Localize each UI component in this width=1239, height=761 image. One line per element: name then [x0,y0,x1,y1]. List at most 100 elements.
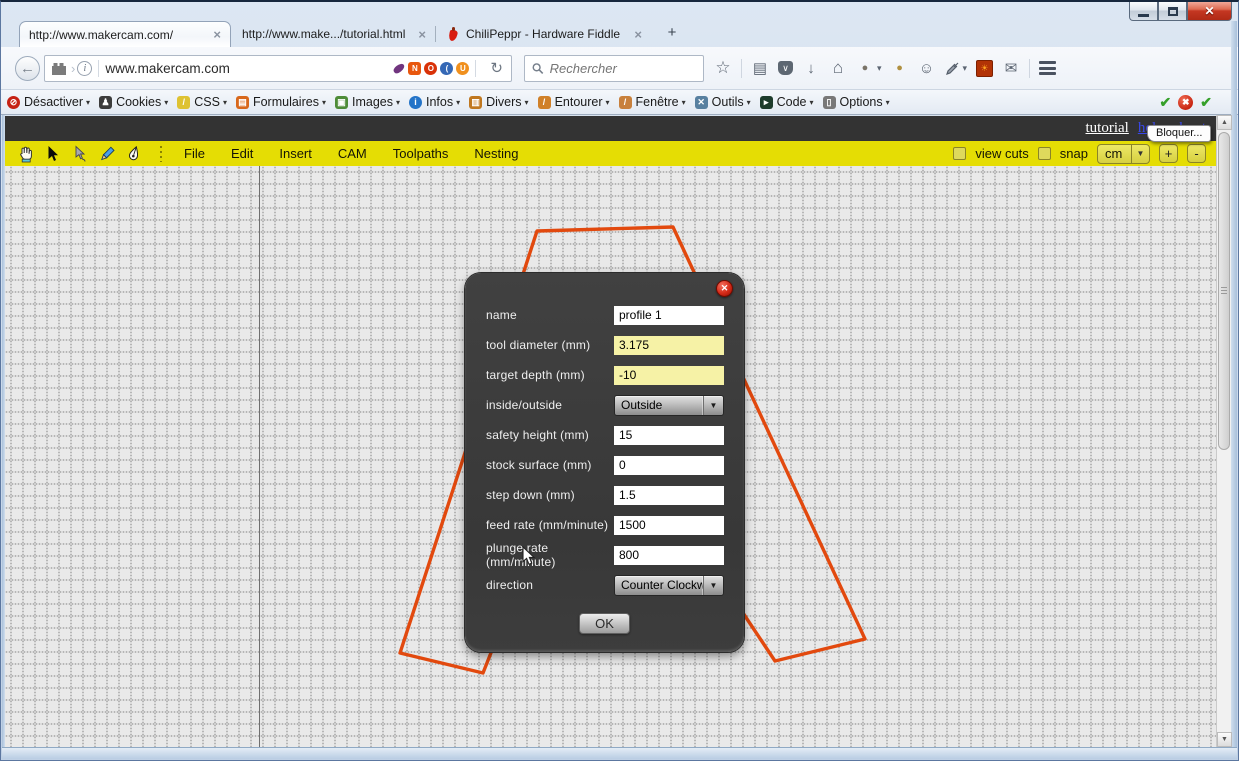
bird-addon-icon[interactable]: ● [891,59,909,77]
error-icon[interactable]: ✖ [1178,95,1193,110]
devbar-item-css[interactable]: /CSS▾ [177,95,227,109]
tab-makercam[interactable]: http://www.makercam.com/ × [19,21,231,47]
devbar-item-formulaires[interactable]: ▤Formulaires▾ [236,95,326,109]
search-box[interactable] [524,55,704,82]
tab-close-icon[interactable]: × [213,27,221,42]
menu-nesting[interactable]: Nesting [474,146,518,161]
vertical-scrollbar[interactable]: ▲ ▼ [1216,115,1231,747]
minimize-button[interactable] [1129,2,1158,21]
menu-bar: File Edit Insert CAM Toolpaths Nesting [184,146,519,161]
pan-hand-icon[interactable] [17,145,35,163]
window-icon: / [619,96,632,109]
menu-cam[interactable]: CAM [338,146,367,161]
orange-smiley-addon-icon[interactable]: U [456,62,469,75]
tab-tutorial[interactable]: http://www.make.../tutorial.html × [233,21,435,47]
red-addon-icon[interactable]: ☀ [976,60,993,77]
direct-select-icon[interactable] [71,145,89,163]
site-header: tutorial help about [5,116,1216,141]
tab-title: http://www.make.../tutorial.html [242,27,405,41]
window-frame-right [1231,21,1237,759]
plunge-rate-input[interactable] [614,546,724,565]
field-row-safety-height: safety height (mm) [465,420,744,450]
eggplant-addon-icon[interactable] [393,62,407,75]
devbar-item-cookies[interactable]: ♟Cookies▾ [99,95,168,109]
smiley-addon-icon[interactable]: ☺ [918,59,936,77]
devbar-item-infos[interactable]: iInfos▾ [409,95,460,109]
downloads-icon[interactable]: ↓ [802,59,820,77]
check-icon[interactable]: ✔ [1200,94,1212,111]
pocket-icon[interactable]: ∨ [778,61,793,75]
eyedropper-icon[interactable] [945,61,960,76]
name-input[interactable] [614,306,724,325]
dialog-close-button[interactable]: ✕ [716,280,733,297]
menu-file[interactable]: File [184,146,205,161]
menu-edit[interactable]: Edit [231,146,253,161]
check-icon[interactable]: ✔ [1160,94,1172,111]
menu-insert[interactable]: Insert [279,146,312,161]
orange-n-addon-icon[interactable]: N [408,62,421,75]
info-icon[interactable]: i [77,61,92,76]
tool-diameter-input[interactable] [614,336,724,355]
stock-surface-input[interactable] [614,456,724,475]
direction-select[interactable]: Counter Clockwi ▼ [614,575,724,596]
devbar-item-fenetre[interactable]: /Fenêtre▾ [619,95,686,109]
tab-close-icon[interactable]: × [418,27,426,42]
menu-toolpaths[interactable]: Toolpaths [393,146,449,161]
zoom-out-button[interactable]: - [1187,144,1206,163]
url-text[interactable]: www.makercam.com [105,61,393,76]
red-circle-addon-icon[interactable]: O [424,62,437,75]
target-depth-input[interactable] [614,366,724,385]
devbar-item-divers[interactable]: ▥Divers▾ [469,95,528,109]
devbar-item-outils[interactable]: ✕Outils▾ [695,95,751,109]
reload-icon[interactable]: ↻ [490,59,503,77]
snap-checkbox[interactable] [1038,147,1051,160]
scroll-up-arrow[interactable]: ▲ [1217,115,1232,130]
url-bar[interactable]: › i www.makercam.com N O ( U ↻ [44,55,512,82]
devbar-item-code[interactable]: ▸Code▾ [760,95,814,109]
inside-outside-select[interactable]: Outside ▼ [614,395,724,416]
reading-list-icon[interactable]: ▤ [751,59,769,77]
scroll-down-arrow[interactable]: ▼ [1217,732,1232,747]
blue-swirl-addon-icon[interactable]: ( [440,62,453,75]
pen-tool-icon[interactable] [125,145,143,163]
devbar-status: ✔ ✖ ✔ [1160,94,1238,111]
caret-down-icon[interactable]: ▾ [877,63,882,74]
caret-down-icon[interactable]: ▾ [963,63,968,74]
field-row-step-down: step down (mm) [465,480,744,510]
devbar-item-desactiver[interactable]: ⊘Désactiver▾ [7,95,90,109]
pencil-tool-icon[interactable] [98,145,116,163]
cam-toolbar: File Edit Insert CAM Toolpaths Nesting v… [5,141,1216,166]
tutorial-link[interactable]: tutorial [1086,120,1129,137]
ok-button[interactable]: OK [579,613,630,634]
mail-icon[interactable]: ✉ [1002,59,1020,77]
home-icon[interactable]: ⌂ [829,59,847,77]
tab-chilipeppr[interactable]: ChiliPeppr - Hardware Fiddle × [439,21,651,47]
select-arrow-icon[interactable] [44,145,62,163]
tab-close-icon[interactable]: × [634,27,642,42]
view-cuts-label: view cuts [975,146,1028,161]
devbar-item-images[interactable]: ▣Images▾ [335,95,400,109]
search-input[interactable] [550,61,696,76]
view-cuts-checkbox[interactable] [953,147,966,160]
thumb-grip [1221,287,1227,295]
devbar-item-options[interactable]: ▯Options▾ [823,95,890,109]
step-down-input[interactable] [614,486,724,505]
fly-addon-icon[interactable]: ● [856,59,874,77]
units-value: cm [1098,145,1131,163]
maximize-button[interactable] [1158,2,1187,21]
scrollbar-thumb[interactable] [1218,132,1230,450]
bookmark-star-icon[interactable]: ☆ [714,59,732,77]
field-row-feed-rate: feed rate (mm/minute) [465,510,744,540]
field-row-target-depth: target depth (mm) [465,360,744,390]
divider [98,60,99,77]
feed-rate-input[interactable] [614,516,724,535]
close-window-button[interactable]: ✕ [1187,2,1232,21]
units-select[interactable]: cm ▼ [1097,144,1150,164]
mouse-cursor [522,546,536,566]
back-button[interactable]: ← [15,56,40,81]
zoom-in-button[interactable]: + [1159,144,1178,163]
safety-height-input[interactable] [614,426,724,445]
devbar-item-entourer[interactable]: /Entourer▾ [538,95,610,109]
menu-icon[interactable] [1039,61,1056,75]
new-tab-button[interactable]: + [659,24,685,44]
